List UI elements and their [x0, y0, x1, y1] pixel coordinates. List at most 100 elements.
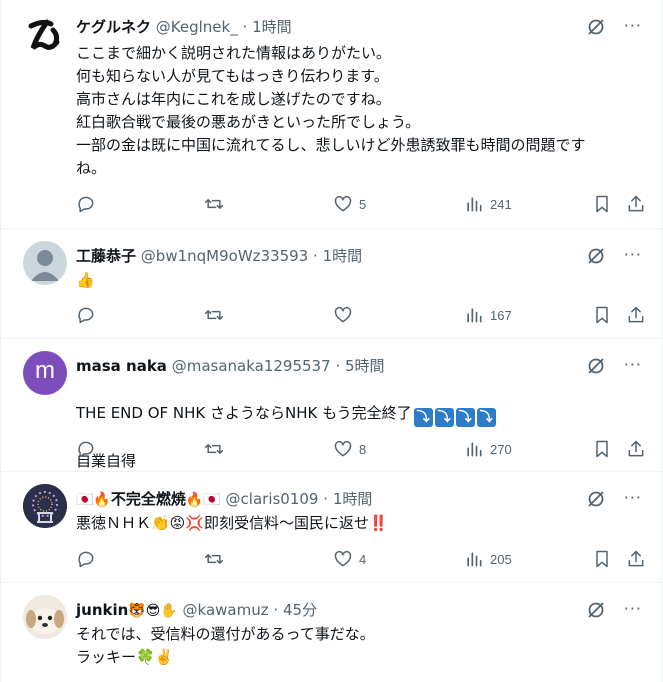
action-bar: 8 270: [76, 438, 646, 460]
more-icon[interactable]: ···: [624, 355, 642, 375]
handle[interactable]: @masanaka1295537: [172, 357, 331, 375]
like-button[interactable]: [333, 304, 353, 326]
views-button[interactable]: 167: [464, 304, 512, 326]
view-count: 167: [490, 307, 512, 323]
timestamp[interactable]: 1時間: [252, 18, 292, 36]
reply-button[interactable]: [76, 304, 96, 326]
timestamp[interactable]: 5時間: [345, 357, 385, 375]
retweet-button[interactable]: [204, 548, 224, 570]
display-name[interactable]: ケグルネク: [76, 18, 151, 36]
avatar[interactable]: [23, 241, 67, 285]
tweet-3[interactable]: m masa naka @masanaka1295537 · 5時間 ··· T…: [1, 339, 662, 472]
tweet-text: ここまで細かく説明された情報はありがたい。 何も知らない人が見てもはっきり伝わり…: [76, 44, 586, 177]
tweet-header: ケグルネク @Keglnek_ · 1時間: [76, 16, 292, 38]
separator-dot: ·: [323, 490, 329, 508]
reply-button[interactable]: [76, 438, 96, 460]
view-count: 205: [490, 551, 512, 567]
grok-icon[interactable]: [586, 489, 606, 509]
view-count: 241: [490, 196, 512, 212]
avatar[interactable]: m: [23, 351, 67, 395]
tweet-header: junkin🐯😎✋ @kawamuz · 45分: [76, 599, 317, 621]
arrow-down-emoji: ⤵: [434, 408, 454, 427]
grok-icon[interactable]: [586, 17, 606, 37]
views-button[interactable]: 241: [464, 193, 512, 215]
more-icon[interactable]: ···: [624, 16, 642, 36]
retweet-button[interactable]: [204, 438, 224, 460]
handle[interactable]: @claris0109: [226, 490, 319, 508]
views-icon: [467, 197, 482, 212]
arrow-down-emoji: ⤵: [455, 408, 475, 427]
handle[interactable]: @kawamuz: [183, 601, 269, 619]
separator-dot: ·: [335, 357, 341, 375]
like-count: 4: [359, 551, 367, 567]
display-name-suffix-emoji: 🐯😎✋: [128, 603, 178, 619]
views-button[interactable]: 270: [464, 438, 512, 460]
share-icon: [628, 306, 644, 323]
reply-button[interactable]: [76, 548, 96, 570]
bookmark-button[interactable]: [592, 548, 612, 570]
avatar[interactable]: [23, 14, 67, 58]
like-button[interactable]: 5: [333, 193, 366, 215]
like-icon: [334, 440, 352, 457]
more-icon[interactable]: ···: [624, 599, 642, 619]
tweet-2[interactable]: 工藤恭子 @bw1nqM9oWz33593 · 1時間 ··· 👍 167: [1, 229, 662, 339]
grok-icon[interactable]: [586, 356, 606, 376]
like-count: 5: [359, 196, 367, 212]
bookmark-button[interactable]: [592, 438, 612, 460]
tweet-4[interactable]: 🇯🇵🔥不完全燃焼🔥🇯🇵 @claris0109 · 1時間 ··· 悪徳ＮＨＫ👏…: [1, 472, 662, 583]
timestamp[interactable]: 1時間: [323, 247, 363, 265]
tweet-header: masa naka @masanaka1295537 · 5時間: [76, 355, 385, 377]
share-button[interactable]: [626, 193, 646, 215]
view-count: 270: [490, 441, 512, 457]
timestamp[interactable]: 1時間: [333, 490, 373, 508]
display-name[interactable]: 不完全燃焼: [111, 490, 186, 508]
reply-icon: [78, 551, 94, 568]
avatar-letter: m: [35, 357, 55, 384]
tweet-text: それでは、受信料の還付があるって事だな。 ラッキー🍀✌️: [76, 625, 375, 666]
share-button[interactable]: [626, 304, 646, 326]
share-icon: [628, 550, 644, 567]
share-button[interactable]: [626, 548, 646, 570]
retweet-button[interactable]: [204, 304, 224, 326]
tweet-5[interactable]: junkin🐯😎✋ @kawamuz · 45分 ··· それでは、受信料の還付…: [1, 583, 662, 682]
handle[interactable]: @bw1nqM9oWz33593: [141, 247, 308, 265]
avatar[interactable]: [23, 595, 67, 639]
retweet-icon: [204, 310, 224, 320]
share-button[interactable]: [626, 438, 646, 460]
tweet-header: 工藤恭子 @bw1nqM9oWz33593 · 1時間: [76, 245, 362, 267]
timestamp[interactable]: 45分: [283, 601, 317, 619]
tweet-text-main: THE END OF NHK さようならNHK もう完全終了: [76, 404, 412, 422]
like-icon: [334, 306, 352, 323]
bookmark-icon: [596, 440, 608, 458]
reply-icon: [78, 441, 94, 458]
arrow-down-emoji: ⤵: [413, 408, 433, 427]
more-icon[interactable]: ···: [624, 245, 642, 265]
separator-dot: ·: [273, 601, 279, 619]
display-name[interactable]: junkin: [76, 601, 128, 619]
grok-icon[interactable]: [586, 600, 606, 620]
separator-dot: ·: [313, 247, 318, 265]
share-icon: [628, 440, 644, 457]
views-icon: [467, 552, 482, 567]
tweet-text: 悪徳ＮＨＫ👏😡💢即刻受信料～国民に返せ‼️: [76, 514, 388, 532]
bookmark-button[interactable]: [592, 193, 612, 215]
retweet-icon: [204, 554, 224, 564]
like-button[interactable]: 4: [333, 548, 366, 570]
bookmark-button[interactable]: [592, 304, 612, 326]
arrow-down-emoji: ⤵: [476, 408, 496, 427]
views-button[interactable]: 205: [464, 548, 512, 570]
like-button[interactable]: 8: [333, 438, 366, 460]
display-name[interactable]: 工藤恭子: [76, 247, 136, 265]
avatar[interactable]: [23, 484, 67, 528]
handle[interactable]: @Keglnek_: [156, 18, 238, 36]
action-bar: 5 241: [76, 193, 646, 215]
display-name[interactable]: masa naka: [76, 357, 167, 375]
reply-button[interactable]: [76, 193, 96, 215]
display-name-prefix-emoji: 🇯🇵🔥: [76, 492, 111, 508]
display-name-suffix-emoji: 🔥🇯🇵: [185, 492, 221, 508]
like-count: 8: [359, 441, 367, 457]
grok-icon[interactable]: [586, 246, 606, 266]
more-icon[interactable]: ···: [624, 488, 642, 508]
tweet-1[interactable]: ケグルネク @Keglnek_ · 1時間 ··· ここまで細かく説明された情報…: [1, 0, 662, 229]
retweet-button[interactable]: [204, 193, 224, 215]
